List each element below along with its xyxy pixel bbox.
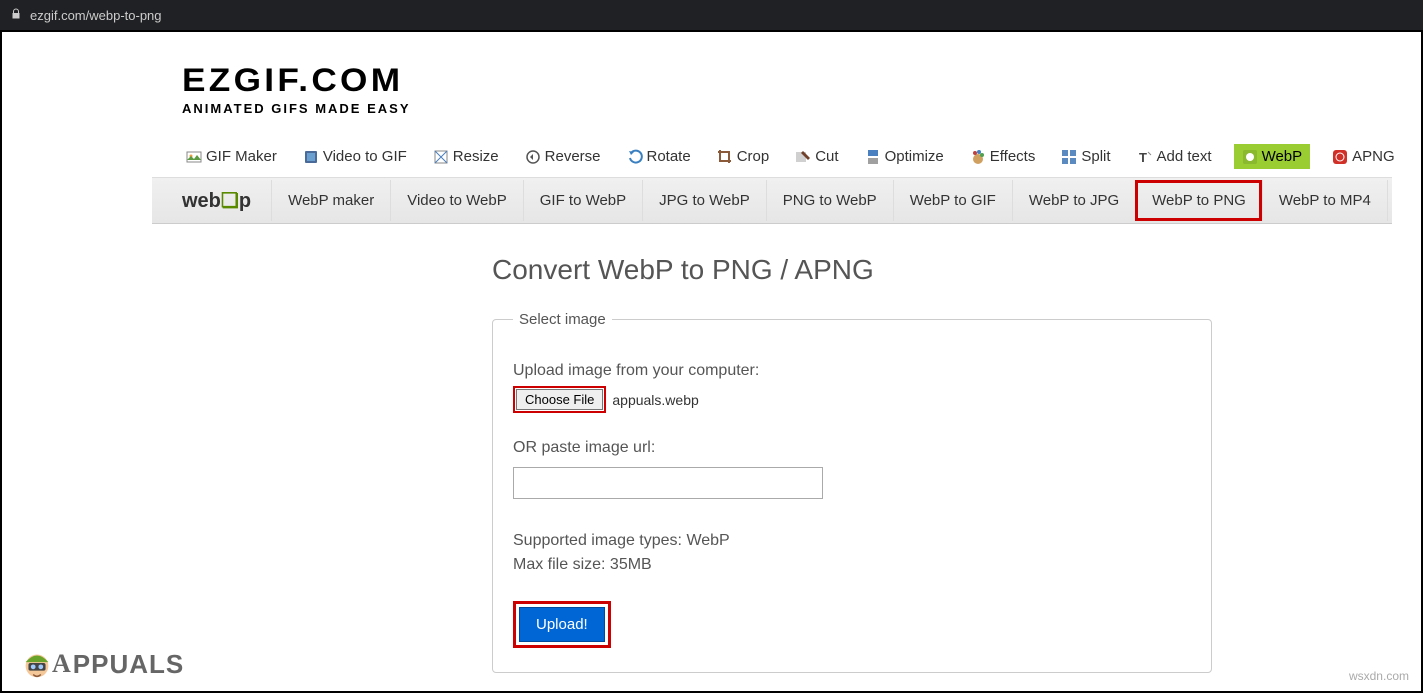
subnav-item-webp-to-mp4[interactable]: WebP to MP4 <box>1262 180 1388 221</box>
nav-item-gif-maker[interactable]: GIF Maker <box>182 144 281 169</box>
nav-item-label: Cut <box>815 148 838 165</box>
logo-title: EZGIF.COM <box>182 62 1423 99</box>
nav-item-add-text[interactable]: T Add text <box>1133 144 1216 169</box>
lock-icon <box>10 8 22 23</box>
nav-item-cut[interactable]: Cut <box>791 144 842 169</box>
nav-item-label: Split <box>1081 148 1110 165</box>
nav-item-label: Rotate <box>647 148 691 165</box>
subnav-item-png-to-webp[interactable]: PNG to WebP <box>766 180 893 221</box>
main-nav: GIF Maker Video to GIF Resize Reverse Rotate… <box>152 136 1392 177</box>
nav-item-label: APNG <box>1352 148 1395 165</box>
sub-nav: web❏p WebP makerVideo to WebPGIF to WebP… <box>152 177 1392 224</box>
appuals-mascot-icon <box>18 645 56 683</box>
nav-item-rotate[interactable]: Rotate <box>623 144 695 169</box>
upload-fieldset: Select image Upload image from your comp… <box>492 311 1212 673</box>
nav-item-reverse[interactable]: Reverse <box>521 144 605 169</box>
subnav-brand: web❏p <box>182 178 271 223</box>
selected-file-name: appuals.webp <box>612 392 698 408</box>
crop-icon <box>717 149 733 165</box>
apng-icon <box>1332 149 1348 165</box>
nav-item-label: Reverse <box>545 148 601 165</box>
split-icon <box>1061 149 1077 165</box>
nav-item-label: Resize <box>453 148 499 165</box>
logo-subtitle: ANIMATED GIFS MADE EASY <box>182 101 1392 116</box>
nav-item-label: GIF Maker <box>206 148 277 165</box>
nav-item-effects[interactable]: Effects <box>966 144 1040 169</box>
subnav-item-webp-to-png[interactable]: WebP to PNG <box>1135 180 1262 221</box>
svg-text:T: T <box>1139 150 1147 165</box>
nav-item-label: WebP <box>1262 148 1303 165</box>
nav-item-split[interactable]: Split <box>1057 144 1114 169</box>
nav-item-label: Crop <box>737 148 770 165</box>
nav-item-optimize[interactable]: Optimize <box>861 144 948 169</box>
upload-button[interactable]: Upload! <box>519 607 605 642</box>
or-paste-url-label: OR paste image url: <box>513 439 1191 457</box>
choose-file-button[interactable]: Choose File <box>516 389 603 410</box>
nav-item-label: Optimize <box>885 148 944 165</box>
site-logo[interactable]: EZGIF.COM ANIMATED GIFS MADE EASY <box>152 32 1392 136</box>
video-to-gif-icon <box>303 149 319 165</box>
upload-from-computer-label: Upload image from your computer: <box>513 362 1191 380</box>
wsxdn-watermark: wsxdn.com <box>1349 669 1409 683</box>
subnav-item-jpg-to-webp[interactable]: JPG to WebP <box>642 180 766 221</box>
nav-item-label: Add text <box>1157 148 1212 165</box>
nav-item-label: Video to GIF <box>323 148 407 165</box>
subnav-item-webp-maker[interactable]: WebP maker <box>271 180 390 221</box>
browser-address-bar: ezgif.com/webp-to-png <box>0 0 1423 30</box>
url-text[interactable]: ezgif.com/webp-to-png <box>30 8 162 23</box>
optimize-icon <box>865 149 881 165</box>
subnav-item-gif-to-webp[interactable]: GIF to WebP <box>523 180 642 221</box>
nav-item-webp[interactable]: WebP <box>1234 144 1311 169</box>
subnav-item-webp-to-jpg[interactable]: WebP to JPG <box>1012 180 1135 221</box>
upload-button-highlight: Upload! <box>513 601 611 648</box>
subnav-item-webp-to-gif[interactable]: WebP to GIF <box>893 180 1012 221</box>
rotate-icon <box>627 149 643 165</box>
fieldset-legend: Select image <box>513 311 612 328</box>
cut-icon <box>795 149 811 165</box>
reverse-icon <box>525 149 541 165</box>
nav-item-crop[interactable]: Crop <box>713 144 774 169</box>
add-text-icon: T <box>1137 149 1153 165</box>
nav-item-resize[interactable]: Resize <box>429 144 503 169</box>
nav-item-label: Effects <box>990 148 1036 165</box>
supported-info: Supported image types: WebP Max file siz… <box>513 529 1191 577</box>
gif-maker-icon <box>186 149 202 165</box>
webp-icon <box>1242 149 1258 165</box>
resize-icon <box>433 149 449 165</box>
nav-item-apng[interactable]: APNG <box>1328 144 1399 169</box>
nav-item-video-to-gif[interactable]: Video to GIF <box>299 144 411 169</box>
effects-icon <box>970 149 986 165</box>
subnav-item-video-to-webp[interactable]: Video to WebP <box>390 180 523 221</box>
choose-file-highlight: Choose File <box>513 386 606 413</box>
image-url-input[interactable] <box>513 467 823 499</box>
page-viewport: EZGIF.COM ANIMATED GIFS MADE EASY GIF Ma… <box>0 30 1423 693</box>
appuals-watermark: A PPUALS <box>18 645 194 683</box>
page-title: Convert WebP to PNG / APNG <box>492 254 1392 286</box>
